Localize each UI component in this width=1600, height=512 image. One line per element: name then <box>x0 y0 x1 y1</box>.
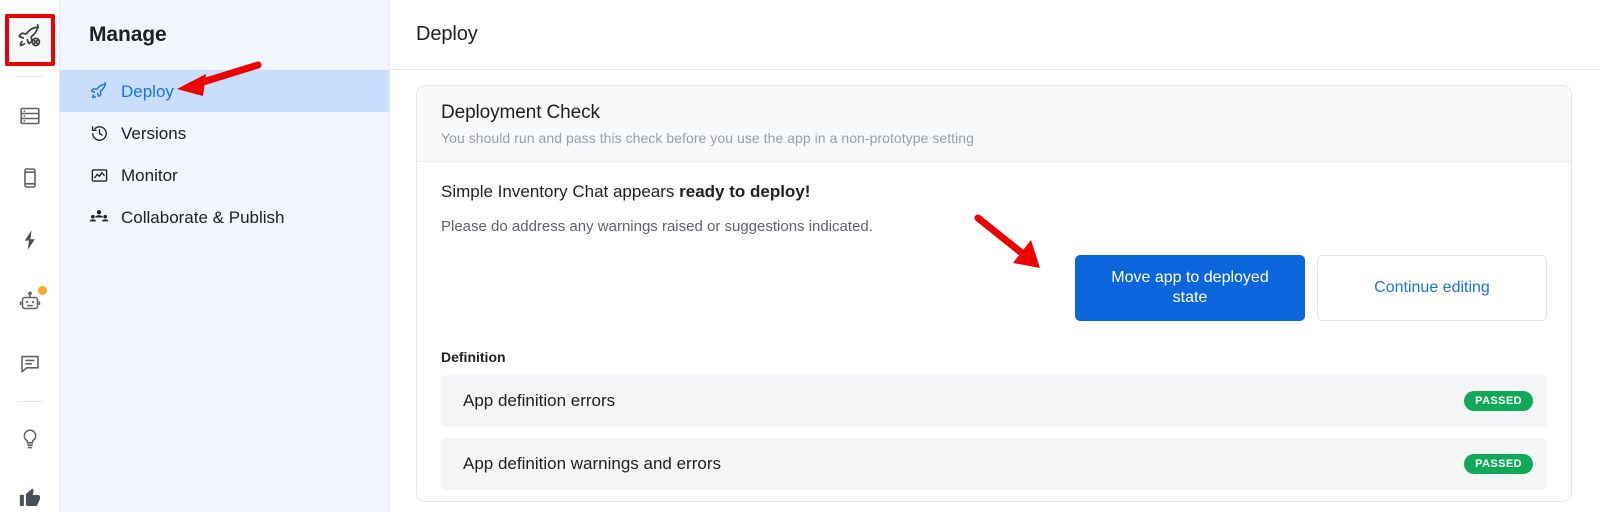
sidebar-item-label-monitor: Monitor <box>121 165 178 185</box>
sidebar-item-label-versions: Versions <box>121 123 187 143</box>
status-badge: PASSED <box>1464 454 1533 474</box>
notification-dot-icon <box>37 286 47 295</box>
rocket-icon <box>89 81 109 101</box>
device-icon <box>18 166 42 190</box>
manage-sidebar: Manage Deploy Versions Monitor Collabora… <box>60 0 390 512</box>
lightbulb-icon <box>18 427 42 451</box>
sidebar-item-deploy[interactable]: Deploy <box>60 70 389 112</box>
rail-item-ideas[interactable] <box>7 416 53 462</box>
lightning-icon <box>18 228 42 252</box>
history-icon <box>89 123 109 143</box>
move-app-to-deployed-state-button[interactable]: Move app to deployed state <box>1075 255 1305 321</box>
people-group-icon <box>89 207 109 227</box>
rail-item-actions[interactable] <box>7 217 53 263</box>
definition-section-title: Definition <box>441 349 506 365</box>
rail-item-data[interactable] <box>7 93 53 139</box>
sidebar-item-monitor[interactable]: Monitor <box>60 154 389 196</box>
thumbs-up-icon <box>18 485 42 509</box>
monitor-chart-icon <box>89 165 109 185</box>
rail-item-feedback[interactable] <box>7 474 53 512</box>
robot-icon <box>18 290 42 314</box>
main-content: Deploy Deployment Check You should run a… <box>390 0 1600 512</box>
deploy-status-sub: Please do address any warnings raised or… <box>441 218 873 235</box>
check-name: App definition warnings and errors <box>463 454 721 473</box>
deploy-status-line: Simple Inventory Chat appears ready to d… <box>441 182 1547 202</box>
chat-icon <box>18 352 42 376</box>
action-button-row: Move app to deployed state Continue edit… <box>441 255 1547 321</box>
check-row[interactable]: App definition warnings and errors PASSE… <box>441 438 1547 490</box>
icon-rail <box>0 0 60 512</box>
app-root: Manage Deploy Versions Monitor Collabora… <box>0 0 1600 512</box>
page-title: Deploy <box>390 0 1600 70</box>
deploy-status-prefix: Simple Inventory Chat appears <box>441 182 680 201</box>
sidebar-item-versions[interactable]: Versions <box>60 112 389 154</box>
sidebar-item-label-collaborate: Collaborate & Publish <box>121 207 285 227</box>
card-subtitle: You should run and pass this check befor… <box>441 130 974 146</box>
sidebar-item-collaborate-publish[interactable]: Collaborate & Publish <box>60 196 389 238</box>
card-header: Deployment Check You should run and pass… <box>417 86 1571 162</box>
continue-editing-button[interactable]: Continue editing <box>1317 255 1547 321</box>
sidebar-item-label-deploy: Deploy <box>121 81 174 101</box>
rail-item-rocket[interactable] <box>6 14 53 60</box>
deployment-check-card: Deployment Check You should run and pass… <box>416 85 1572 502</box>
card-title: Deployment Check <box>441 102 600 123</box>
card-body: Simple Inventory Chat appears ready to d… <box>417 162 1571 490</box>
rail-item-preview[interactable] <box>7 155 53 201</box>
rocket-icon <box>17 24 43 50</box>
rail-divider-2 <box>16 401 43 402</box>
deploy-status-emphasis: ready to deploy! <box>679 182 811 201</box>
rail-divider <box>16 76 43 77</box>
check-name: App definition errors <box>463 391 616 410</box>
status-badge: PASSED <box>1464 391 1533 411</box>
database-icon <box>18 104 42 128</box>
sidebar-title: Manage <box>89 23 167 46</box>
check-row[interactable]: App definition errors PASSED <box>441 375 1547 427</box>
rail-item-agent[interactable] <box>7 279 53 325</box>
rail-item-chat[interactable] <box>7 341 53 387</box>
